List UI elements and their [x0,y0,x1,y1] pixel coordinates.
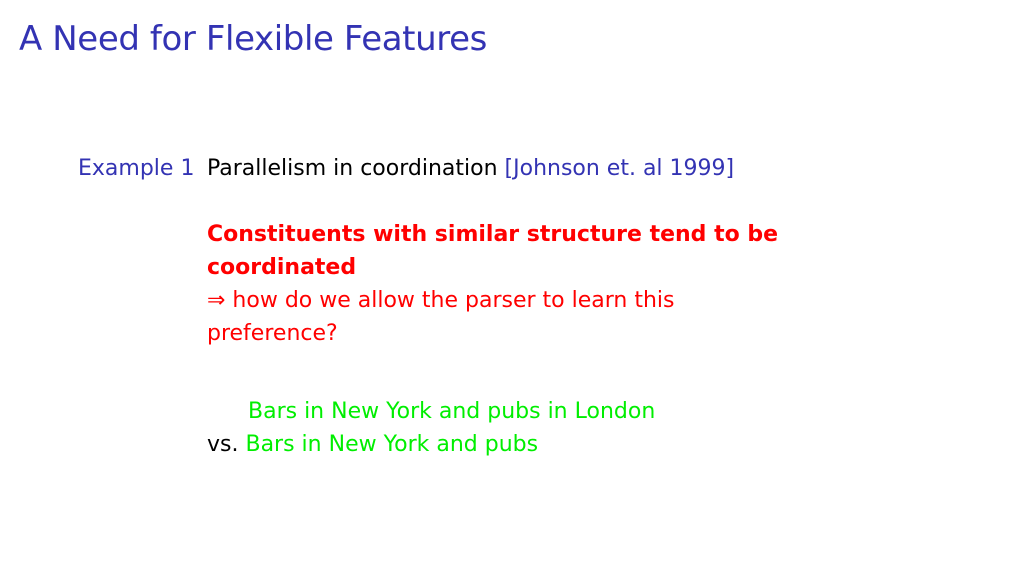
example-phrase-1: Bars in New York and pubs in London [248,397,655,427]
example-phrase-2-text: Bars in New York and pubs [245,432,539,457]
slide-title: A Need for Flexible Features [19,19,487,59]
citation: [Johnson et. al 1999] [504,156,735,181]
example-phrase-2: vs. Bars in New York and pubs [207,430,538,460]
question-text: ⇒ how do we allow the parser to learn th… [207,288,675,346]
claim-text: Constituents with similar structure tend… [207,222,779,280]
example-phrase-1-text: Bars in New York and pubs in London [248,399,656,424]
example-label: Example 1 [78,156,195,181]
vs-label: vs. [207,432,239,457]
example-heading-text: Parallelism in coordination [207,156,498,181]
example-heading: Parallelism in coordination [Johnson et.… [207,154,734,184]
